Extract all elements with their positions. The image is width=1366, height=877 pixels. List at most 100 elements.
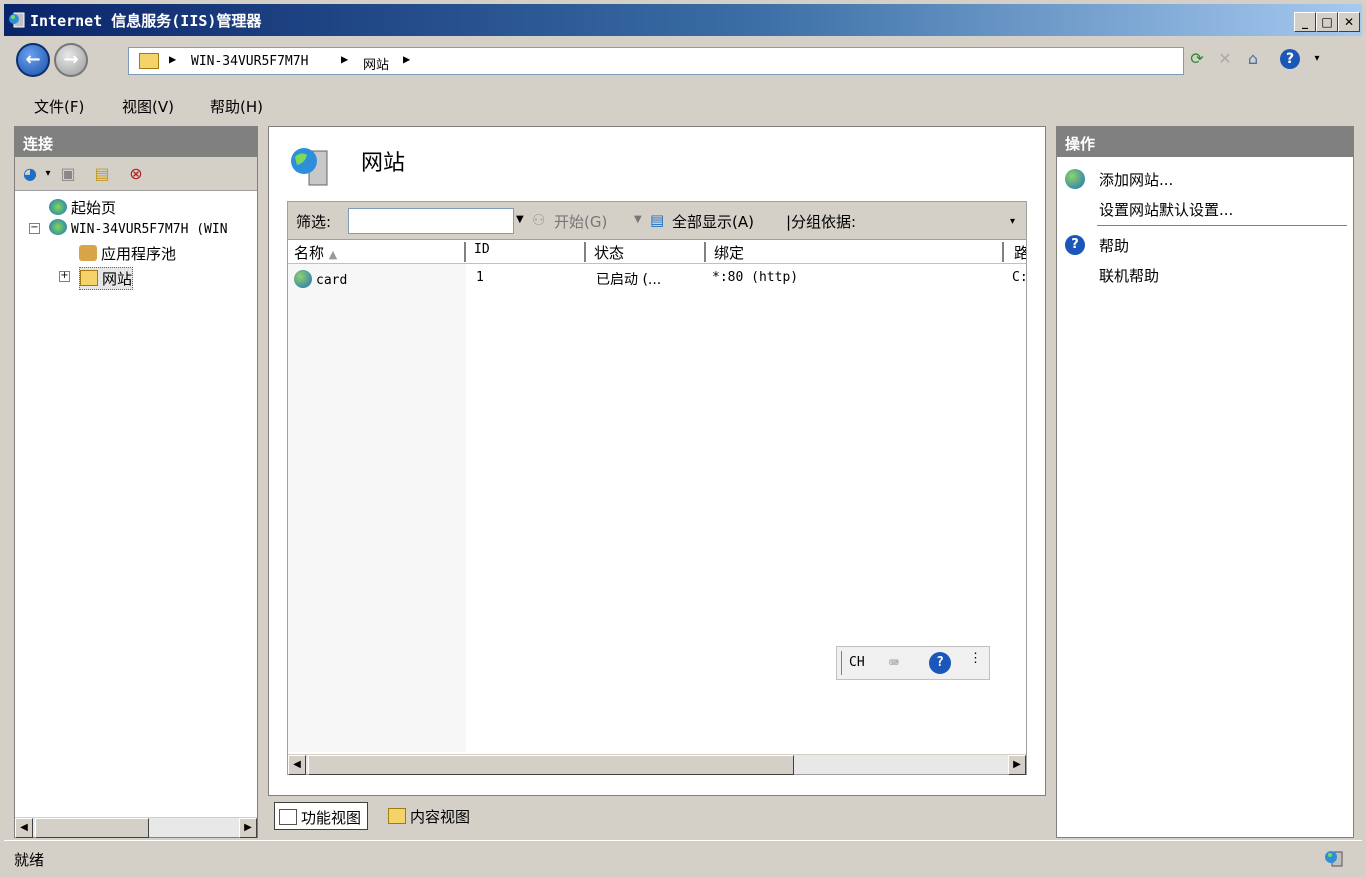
menu-view[interactable]: 视图(V)	[122, 96, 174, 117]
website-globe-icon	[294, 270, 312, 288]
content-view-icon	[388, 808, 406, 824]
forward-button[interactable]: →	[54, 43, 88, 77]
add-website-icon	[1065, 169, 1085, 189]
add-website-link[interactable]: 添加网站...	[1099, 169, 1173, 190]
sites-hscrollbar[interactable]: ◀ ▶	[288, 754, 1026, 775]
back-arrow-icon: ←	[25, 49, 41, 70]
group-by-label[interactable]: |分组依据:	[786, 211, 856, 232]
tab-content-view[interactable]: 内容视图	[384, 802, 476, 830]
start-dropdown-icon[interactable]: ▼	[634, 214, 642, 225]
sort-ascending-icon: ▲	[328, 248, 338, 261]
page-title: 网站	[361, 151, 406, 176]
toolbar-icons: ⟳ ✕ ⌂ ? ▾	[1184, 48, 1354, 74]
iis-manager-window: Internet 信息服务(IIS)管理器 _ □ ✕ ← → ▶ WIN-34…	[0, 0, 1366, 877]
server-status-icon	[1325, 851, 1343, 867]
column-binding[interactable]: 绑定	[710, 242, 1004, 262]
filter-input[interactable]	[348, 208, 514, 234]
forward-arrow-icon: →	[63, 49, 79, 70]
refresh-icon[interactable]: ⟳	[1186, 48, 1208, 70]
online-help-link[interactable]: 联机帮助	[1099, 265, 1159, 286]
address-bar[interactable]: ▶ WIN-34VUR5F7M7H ▶ 网站 ▶	[128, 47, 1184, 75]
home-icon[interactable]: ⌂	[1242, 48, 1264, 70]
row-path-cell: C:	[1012, 270, 1028, 285]
name-column-shade	[288, 264, 466, 752]
breadcrumb-server[interactable]: WIN-34VUR5F7M7H	[191, 54, 308, 69]
keyboard-icon[interactable]: ⌨	[889, 653, 899, 672]
delete-connection-icon[interactable]: ⊗	[125, 163, 147, 185]
breadcrumb-sites[interactable]: 网站	[363, 54, 389, 73]
sites-folder-icon	[80, 270, 98, 286]
tree-item-label: 应用程序池	[101, 245, 177, 263]
actions-pane: 操作 添加网站... 设置网站默认设置... ? 帮助 联机帮助	[1056, 126, 1354, 838]
show-all-button[interactable]: 全部显示(A)	[672, 211, 754, 232]
set-site-defaults-link[interactable]: 设置网站默认设置...	[1099, 199, 1233, 220]
binoculars-icon[interactable]: ⚇	[532, 211, 545, 229]
connections-hscrollbar[interactable]: ◀ ▶	[15, 817, 257, 838]
breadcrumb-arrow-icon[interactable]: ▶	[341, 52, 348, 66]
title-bar[interactable]: Internet 信息服务(IIS)管理器 _ □ ✕	[4, 4, 1362, 36]
column-name-label: 名称	[294, 244, 325, 262]
menu-file[interactable]: 文件(F)	[34, 96, 84, 117]
actions-divider	[1097, 225, 1347, 226]
scroll-left-icon[interactable]: ◀	[288, 755, 306, 775]
window-title: Internet 信息服务(IIS)管理器	[30, 12, 262, 30]
row-binding-cell: *:80 (http)	[712, 270, 799, 285]
actions-header: 操作	[1057, 127, 1353, 157]
tree-item-sites[interactable]: 网站	[79, 267, 134, 290]
folder-icon	[139, 53, 159, 69]
filter-toolbar: 筛选: ▼ ⚇ 开始(G) ▼ ▤ 全部显示(A) |分组依据: ▾	[288, 202, 1026, 240]
tree-item-server[interactable]: WIN-34VUR5F7M7H (WIN	[49, 219, 228, 237]
maximize-button[interactable]: □	[1316, 12, 1338, 32]
scroll-thumb[interactable]	[308, 755, 794, 775]
expand-sites-icon[interactable]: +	[59, 271, 70, 282]
tree-item-start-page[interactable]: 起始页	[49, 197, 116, 218]
menu-help[interactable]: 帮助(H)	[210, 96, 263, 117]
ime-options-icon[interactable]: ⋮	[969, 651, 982, 666]
column-id[interactable]: ID	[470, 242, 586, 262]
ime-language-button[interactable]: CH	[849, 655, 865, 670]
ime-grip[interactable]	[841, 651, 842, 675]
help-link[interactable]: 帮助	[1099, 235, 1129, 256]
connect-dropdown-icon[interactable]: ▾	[37, 163, 59, 185]
toolbar-overflow-icon[interactable]: ▾	[1010, 216, 1015, 227]
row-name-cell: card	[294, 270, 347, 288]
sites-list: 筛选: ▼ ⚇ 开始(G) ▼ ▤ 全部显示(A) |分组依据: ▾ 名称 ▲ …	[287, 201, 1028, 775]
up-level-icon[interactable]: ▤	[91, 163, 113, 185]
column-name[interactable]: 名称 ▲	[290, 242, 466, 262]
tree-item-app-pools[interactable]: 应用程序池	[79, 243, 176, 264]
dropdown-arrow-icon[interactable]: ▾	[1306, 48, 1328, 70]
stop-icon[interactable]: ✕	[1214, 48, 1236, 70]
table-row[interactable]: card 1 已启动 (... *:80 (http) C:	[288, 268, 1028, 288]
status-bar: 就绪	[4, 840, 1362, 876]
collapse-server-icon[interactable]: −	[29, 223, 40, 234]
row-name-text: card	[316, 273, 348, 288]
show-all-icon: ▤	[650, 211, 665, 229]
back-button[interactable]: ←	[16, 43, 50, 77]
scroll-right-icon[interactable]: ▶	[239, 818, 257, 838]
close-button[interactable]: ✕	[1338, 12, 1360, 32]
start-page-icon	[49, 199, 67, 215]
connections-toolbar: ◕ ▾ ▣ ▤ ⊗	[15, 157, 257, 191]
tab-features-view[interactable]: 功能视图	[274, 802, 369, 830]
minimize-button[interactable]: _	[1294, 12, 1316, 32]
sites-icon	[291, 148, 328, 186]
help-icon[interactable]: ?	[1280, 49, 1300, 69]
sites-pane: 网站 筛选: ▼ ⚇ 开始(G) ▼ ▤ 全部显示(A) |分组依据: ▾ 名称…	[268, 126, 1046, 796]
tab-features-label: 功能视图	[301, 809, 362, 827]
breadcrumb-arrow-icon[interactable]: ▶	[169, 52, 176, 66]
save-icon[interactable]: ▣	[57, 163, 79, 185]
scroll-left-icon[interactable]: ◀	[15, 818, 33, 838]
status-text: 就绪	[14, 851, 45, 869]
breadcrumb-arrow-icon[interactable]: ▶	[403, 52, 410, 66]
column-status[interactable]: 状态	[590, 242, 706, 262]
scroll-right-icon[interactable]: ▶	[1008, 755, 1026, 775]
tab-content-label: 内容视图	[410, 808, 471, 826]
start-filter-button[interactable]: 开始(G)	[554, 211, 607, 232]
filter-dropdown-icon[interactable]: ▼	[516, 214, 524, 225]
column-headers: 名称 ▲ ID 状态 绑定 路	[288, 240, 1026, 264]
scroll-thumb[interactable]	[35, 818, 149, 838]
ime-help-icon[interactable]: ?	[929, 652, 951, 674]
tree-item-label: 起始页	[71, 199, 117, 217]
column-path[interactable]: 路	[1010, 242, 1026, 262]
server-icon	[49, 219, 67, 235]
